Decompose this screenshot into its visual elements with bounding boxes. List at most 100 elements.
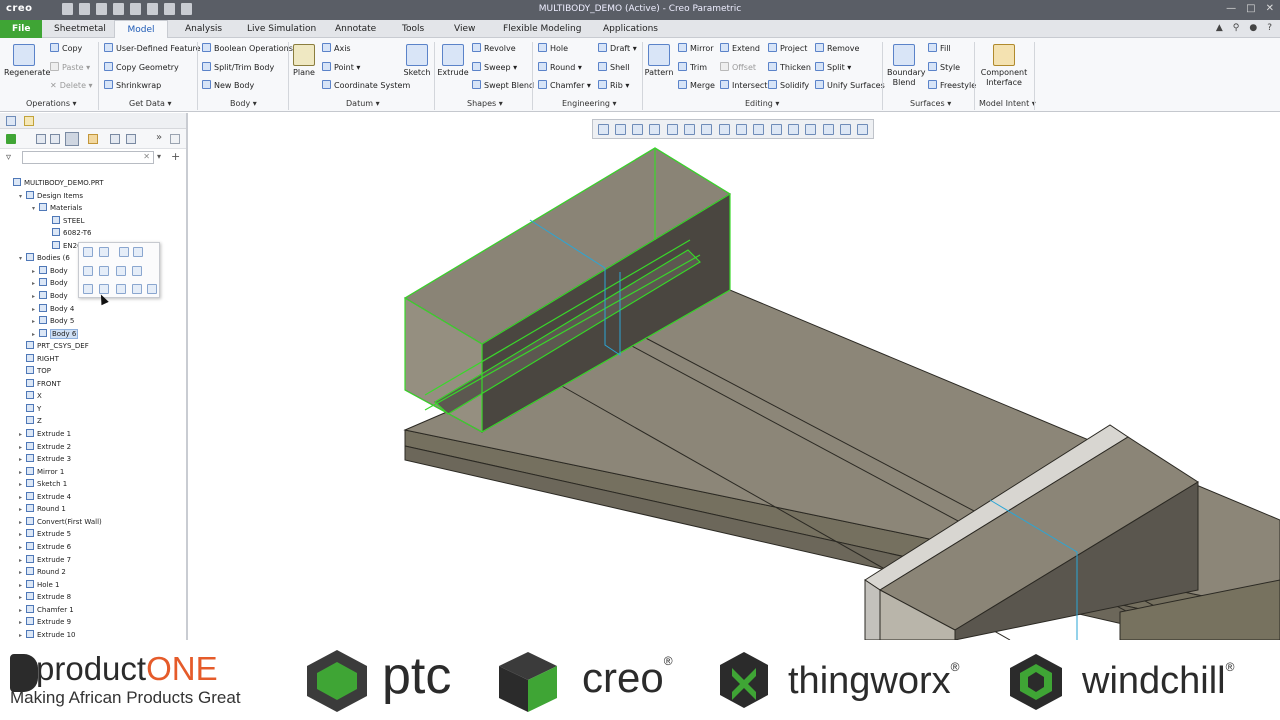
group-body[interactable]: Body ▾ xyxy=(230,99,257,108)
settings-icon[interactable] xyxy=(88,134,98,144)
trim-button[interactable]: Trim xyxy=(678,62,707,73)
tree-item[interactable]: ▸ Extrude 5 xyxy=(19,528,71,540)
group-shapes[interactable]: Shapes ▾ xyxy=(467,99,503,108)
intersect-button[interactable]: Intersect xyxy=(720,80,767,91)
tree-filter-icon[interactable] xyxy=(6,134,16,144)
tab-model[interactable]: Model xyxy=(114,20,168,38)
tree-item[interactable]: ▸ Extrude 9 xyxy=(19,616,71,628)
unify-surfaces-button[interactable]: Unify Surfaces xyxy=(815,80,885,91)
expand-toggle-icon[interactable]: ▸ xyxy=(19,592,26,604)
group-model-intent[interactable]: Model Intent ▾ xyxy=(979,99,1036,108)
round-button[interactable]: Round ▾ xyxy=(538,62,582,73)
tree-item[interactable]: ▾ Materials xyxy=(32,202,82,214)
group-editing[interactable]: Editing ▾ xyxy=(745,99,779,108)
tree-item[interactable]: ▸ Hole 1 xyxy=(19,579,59,591)
plane-button[interactable]: Plane xyxy=(290,44,318,78)
tree-item[interactable]: ▸ Body xyxy=(32,277,68,289)
tree-item[interactable]: ▸ Extrude 2 xyxy=(19,441,71,453)
style-button[interactable]: Style xyxy=(928,62,960,73)
tab-analysis[interactable]: Analysis xyxy=(179,20,228,38)
edit-references-icon[interactable] xyxy=(119,247,129,257)
help-icon[interactable]: ? xyxy=(1267,23,1272,33)
split-trim-body-button[interactable]: Split/Trim Body xyxy=(202,62,274,73)
sketch-button[interactable]: Sketch xyxy=(402,44,432,78)
split-button[interactable]: Split ▾ xyxy=(815,62,851,73)
tree-item[interactable]: ▸ Sketch 1 xyxy=(19,478,67,490)
merge-button[interactable]: Merge xyxy=(678,80,715,91)
expand-toggle-icon[interactable]: ▾ xyxy=(19,253,26,265)
tree-item[interactable]: Z xyxy=(19,415,42,427)
expand-toggle-icon[interactable]: ▸ xyxy=(19,504,26,516)
swept-blend-button[interactable]: Swept Blend xyxy=(472,80,534,91)
tree-item[interactable]: ▸ Extrude 6 xyxy=(19,541,71,553)
copy-button[interactable]: Copy xyxy=(50,43,82,54)
appearance-icon[interactable] xyxy=(147,284,157,294)
tab-applications[interactable]: Applications xyxy=(597,20,664,38)
boundary-blend-button[interactable]: Boundary Blend xyxy=(884,44,926,88)
tree-item[interactable]: ▸ Extrude 10 xyxy=(19,629,76,640)
funnel-icon[interactable]: ▿ xyxy=(6,152,11,163)
tree-item[interactable]: ▸ Body 5 xyxy=(32,315,74,327)
new-body-button[interactable]: New Body xyxy=(202,80,254,91)
tree-item[interactable]: ▸ Extrude 3 xyxy=(19,453,71,465)
tree-item[interactable]: ▸ Body 6 xyxy=(32,328,79,340)
search-dropdown-icon[interactable]: ▾ xyxy=(157,152,161,161)
expand-toggle-icon[interactable]: ▸ xyxy=(19,454,26,466)
hole-button[interactable]: Hole xyxy=(538,43,568,54)
tree-columns-icon[interactable] xyxy=(126,134,136,144)
tab-flexible-modeling[interactable]: Flexible Modeling xyxy=(497,20,587,38)
tree-item[interactable]: ▸ Extrude 1 xyxy=(19,428,71,440)
group-surfaces[interactable]: Surfaces ▾ xyxy=(910,99,951,108)
regenerate-button[interactable]: Regenerate xyxy=(4,44,50,78)
solidify-button[interactable]: Solidify xyxy=(768,80,809,91)
minimize-icon[interactable]: — xyxy=(1226,3,1236,14)
tab-sheetmetal[interactable]: Sheetmetal xyxy=(48,20,112,38)
tree-item[interactable]: TOP xyxy=(19,365,51,377)
tree-item[interactable]: ▸ Chamfer 1 xyxy=(19,604,74,616)
point-button[interactable]: Point ▾ xyxy=(322,62,360,73)
tree-item[interactable]: X xyxy=(19,390,42,402)
add-icon[interactable]: + xyxy=(171,150,180,163)
folder-browser-tab-icon[interactable] xyxy=(24,116,34,126)
maximize-icon[interactable]: □ xyxy=(1246,3,1255,14)
tree-item[interactable]: EN26 xyxy=(45,240,82,252)
component-interface-button[interactable]: Component Interface xyxy=(978,44,1030,88)
freestyle-button[interactable]: Freestyle xyxy=(928,80,976,91)
thicken-button[interactable]: Thicken xyxy=(768,62,811,73)
project-button[interactable]: Project xyxy=(768,43,807,54)
expand-toggle-icon[interactable]: ▸ xyxy=(19,630,26,640)
tree-item[interactable]: ▾ Bodies (6 xyxy=(19,252,70,264)
group-operations[interactable]: Operations ▾ xyxy=(26,99,77,108)
fill-button[interactable]: Fill xyxy=(928,43,951,54)
collapse-ribbon-icon[interactable]: ▲ xyxy=(1216,23,1223,33)
tree-item[interactable]: ▸ Round 1 xyxy=(19,503,66,515)
pattern-button[interactable]: Pattern xyxy=(644,44,674,78)
expand-toggle-icon[interactable]: ▸ xyxy=(32,278,39,290)
show-icon[interactable] xyxy=(110,134,120,144)
tree-view-icon[interactable] xyxy=(50,134,60,144)
axis-button[interactable]: Axis xyxy=(322,43,351,54)
tree-item[interactable]: ▸ Extrude 8 xyxy=(19,591,71,603)
extrude-button[interactable]: Extrude xyxy=(436,44,470,78)
edit-dimensions-icon[interactable] xyxy=(99,247,109,257)
expand-toggle-icon[interactable]: ▸ xyxy=(19,542,26,554)
tree-item[interactable]: ▸ Convert(First Wall) xyxy=(19,516,102,528)
tree-item[interactable]: ▸ Body xyxy=(32,265,68,277)
copy-geometry-button[interactable]: Copy Geometry xyxy=(104,62,179,73)
body-properties-icon[interactable] xyxy=(83,266,93,276)
mirror-button[interactable]: Mirror xyxy=(678,43,714,54)
list-view-icon[interactable] xyxy=(36,134,46,144)
group-engineering[interactable]: Engineering ▾ xyxy=(562,99,617,108)
group-get-data[interactable]: Get Data ▾ xyxy=(129,99,171,108)
tree-item[interactable]: ▸ Body xyxy=(32,290,68,302)
expand-toggle-icon[interactable]: ▸ xyxy=(19,617,26,629)
expand-toggle-icon[interactable]: ▸ xyxy=(32,316,39,328)
close-icon[interactable]: ✕ xyxy=(1266,3,1274,14)
remove-button[interactable]: Remove xyxy=(815,43,859,54)
tab-view[interactable]: View xyxy=(448,20,481,38)
reroute-icon[interactable] xyxy=(133,247,143,257)
tree-item[interactable]: ▾ Design Items xyxy=(19,190,83,202)
expand-toggle-icon[interactable]: ▾ xyxy=(19,191,26,203)
visibility-icon[interactable] xyxy=(132,284,142,294)
hide-body-icon[interactable] xyxy=(132,266,142,276)
